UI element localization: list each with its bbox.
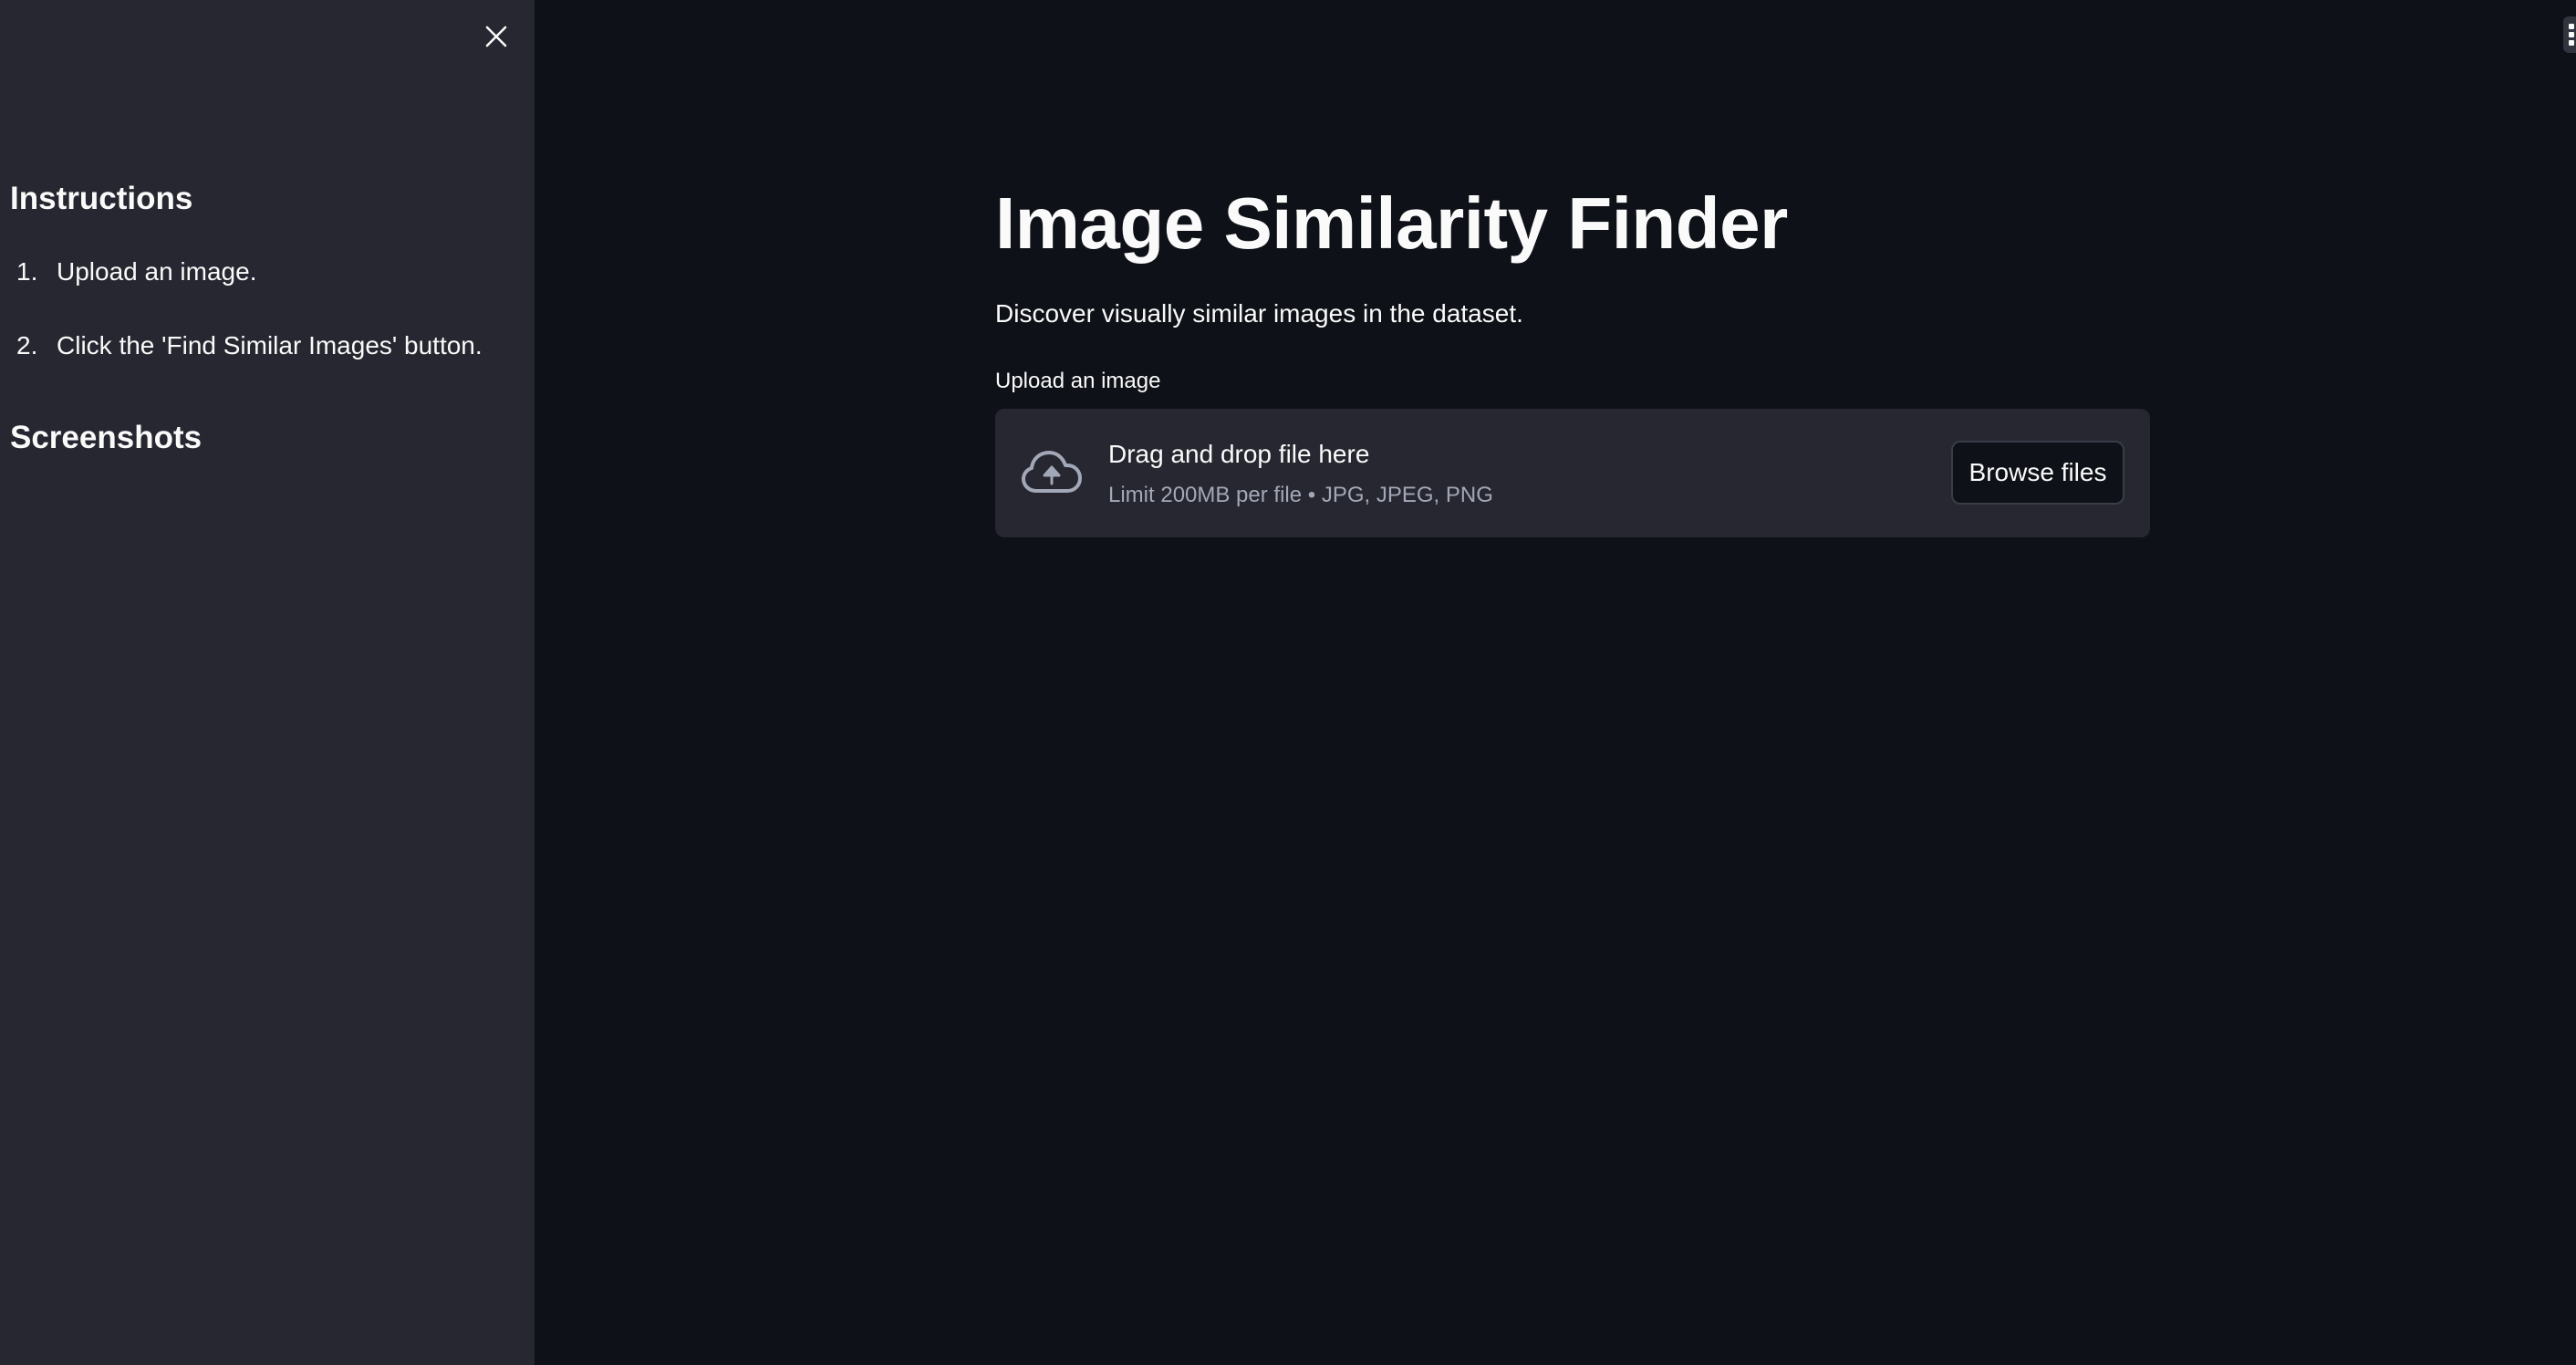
instruction-number: 1. — [16, 257, 38, 286]
upload-label: Upload an image — [995, 369, 1161, 393]
app-root: Instructions 1. Upload an image. 2. Clic… — [0, 0, 2576, 1365]
instructions-heading: Instructions — [10, 181, 193, 216]
page-subtitle: Discover visually similar images in the … — [995, 299, 1523, 328]
page-title: Image Similarity Finder — [995, 182, 1788, 264]
screenshots-heading: Screenshots — [10, 420, 203, 455]
close-sidebar-button[interactable] — [478, 18, 514, 55]
browse-files-button[interactable]: Browse files — [1951, 441, 2124, 505]
dropzone-limit-text: Limit 200MB per file • JPG, JPEG, PNG — [1108, 483, 1493, 507]
instruction-text: Upload an image. — [57, 257, 257, 286]
instruction-number: 2. — [16, 331, 38, 359]
file-dropzone[interactable]: Drag and drop file here Limit 200MB per … — [995, 409, 2150, 537]
close-icon — [485, 26, 507, 47]
sidebar: Instructions 1. Upload an image. 2. Clic… — [0, 0, 535, 1365]
main-menu-icon[interactable] — [2563, 16, 2576, 53]
cloud-upload-icon — [1022, 451, 1082, 493]
dropzone-title: Drag and drop file here — [1108, 440, 1370, 468]
instruction-text: Click the 'Find Similar Images' button. — [57, 331, 483, 359]
